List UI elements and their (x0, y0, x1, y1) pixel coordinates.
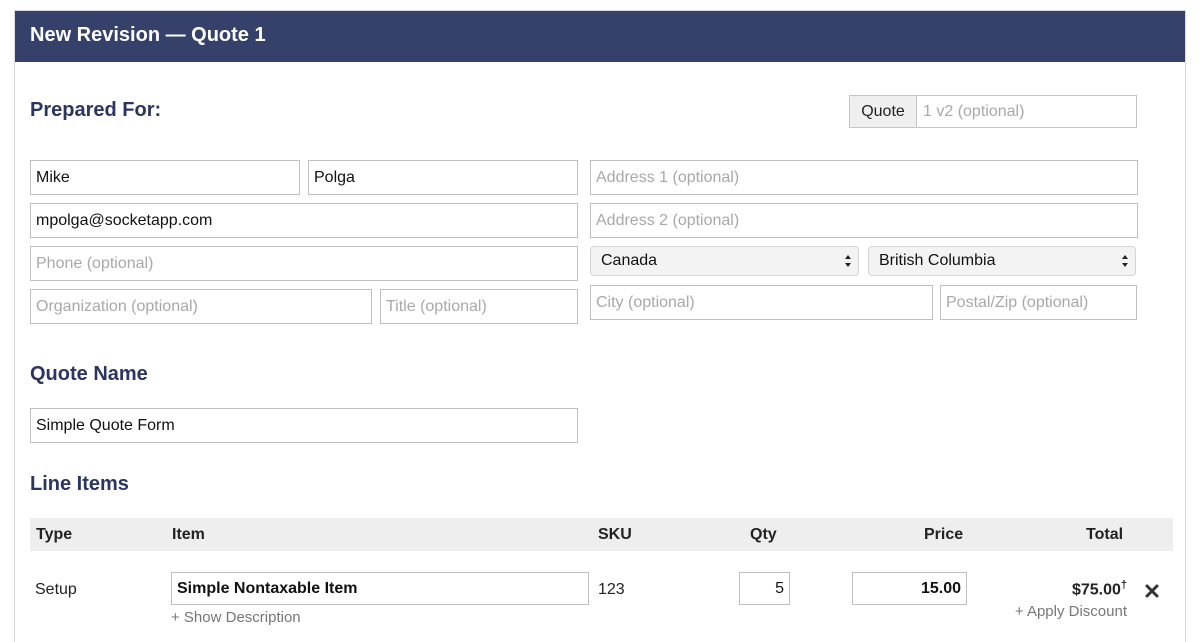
last-name-input[interactable] (308, 160, 578, 195)
apply-discount-link[interactable]: + Apply Discount (1015, 603, 1127, 620)
qty-input[interactable] (739, 572, 790, 605)
column-header-sku: SKU (598, 526, 632, 543)
quote-number-input[interactable] (917, 96, 1136, 127)
job-title-input[interactable] (380, 289, 578, 324)
email-input[interactable] (30, 203, 578, 238)
country-select[interactable]: Canada (590, 246, 859, 276)
country-select-value: Canada (601, 252, 658, 269)
quote-name-input[interactable] (30, 408, 578, 443)
quote-addon-label: Quote (850, 96, 917, 127)
address1-input[interactable] (590, 160, 1138, 195)
postal-input[interactable] (940, 285, 1137, 320)
line-items-heading: Line Items (30, 473, 129, 495)
show-description-link[interactable]: + Show Description (171, 609, 301, 626)
chevron-updown-icon (1122, 255, 1128, 267)
row-sku: 123 (598, 581, 625, 598)
address2-input[interactable] (590, 203, 1138, 238)
column-header-type: Type (36, 526, 73, 543)
new-revision-panel: New Revision — Quote 1 Prepared For: Quo… (14, 10, 1186, 642)
column-header-price: Price (924, 526, 964, 543)
row-total: $75.00† (1072, 579, 1127, 599)
close-icon[interactable] (1145, 584, 1159, 598)
row-total-amount: $75.00 (1071, 581, 1121, 599)
chevron-updown-icon (845, 255, 851, 267)
phone-input[interactable] (30, 246, 578, 281)
organization-input[interactable] (30, 289, 372, 324)
line-items-table-header: Type Item SKU Qty Price Total (30, 518, 1173, 551)
item-name-input[interactable] (171, 572, 589, 605)
panel-title: New Revision — Quote 1 (15, 11, 1185, 62)
quote-name-heading: Quote Name (30, 363, 148, 385)
column-header-total: Total (1086, 526, 1124, 543)
prepared-for-heading: Prepared For: (30, 99, 162, 121)
column-header-qty: Qty (750, 526, 777, 543)
province-select-value: British Columbia (879, 252, 996, 269)
row-total-mark: † (1120, 579, 1127, 591)
row-type: Setup (35, 581, 77, 598)
price-input[interactable] (852, 572, 967, 605)
column-header-item: Item (172, 526, 205, 543)
first-name-input[interactable] (30, 160, 300, 195)
quote-number-group: Quote (849, 95, 1137, 128)
province-select[interactable]: British Columbia (868, 246, 1136, 276)
city-input[interactable] (590, 285, 933, 320)
table-row: Setup + Show Description 123 $75.00† + A… (15, 563, 1185, 642)
